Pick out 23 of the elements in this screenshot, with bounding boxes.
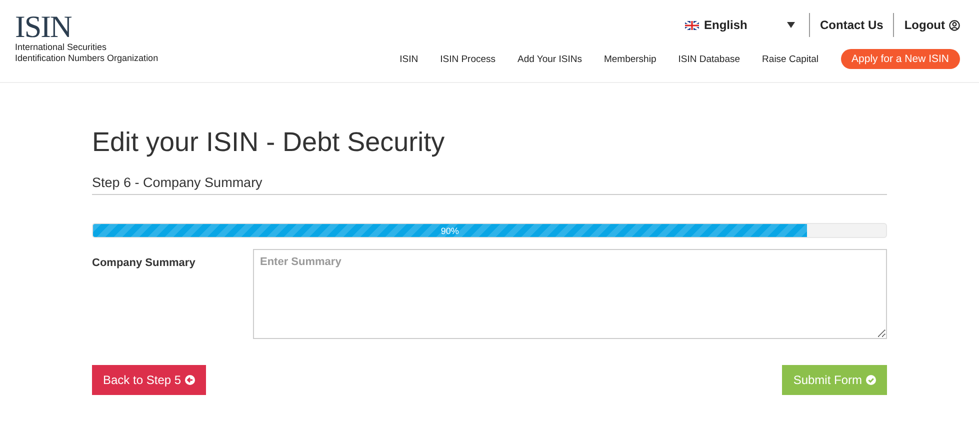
summary-field[interactable]: Enter Summary [253,249,887,339]
back-button[interactable]: Back to Step 5 [92,365,206,395]
logout-link[interactable]: Logout [894,18,960,32]
nav-link[interactable]: ISIN Process [440,54,496,64]
nav-link[interactable]: ISIN [400,54,418,64]
contact-link[interactable]: Contact Us [810,18,894,32]
caret-icon [787,22,795,28]
flag-icon [685,20,699,30]
user-icon [949,20,960,30]
organization-name: Identification Numbers Organization [15,53,158,64]
page-title: Edit your ISIN - Debt Security [92,127,446,158]
nav-link[interactable]: ISIN Database [678,54,740,64]
step-heading: Step 6 - Company Summary [92,175,887,195]
language-select[interactable]: English [685,18,809,32]
field-label: Company Summary [92,256,196,271]
nav-link[interactable]: Membership [604,54,656,64]
back-arrow-icon [185,375,196,385]
logo[interactable]: ISIN [15,12,158,42]
organization-name: International Securities [15,42,108,53]
check-icon [866,375,876,385]
progress-reading: 90% [440,226,459,236]
nav-link[interactable]: Raise Capital [762,54,819,64]
nav-link[interactable]: Add Your ISINs [518,54,582,64]
